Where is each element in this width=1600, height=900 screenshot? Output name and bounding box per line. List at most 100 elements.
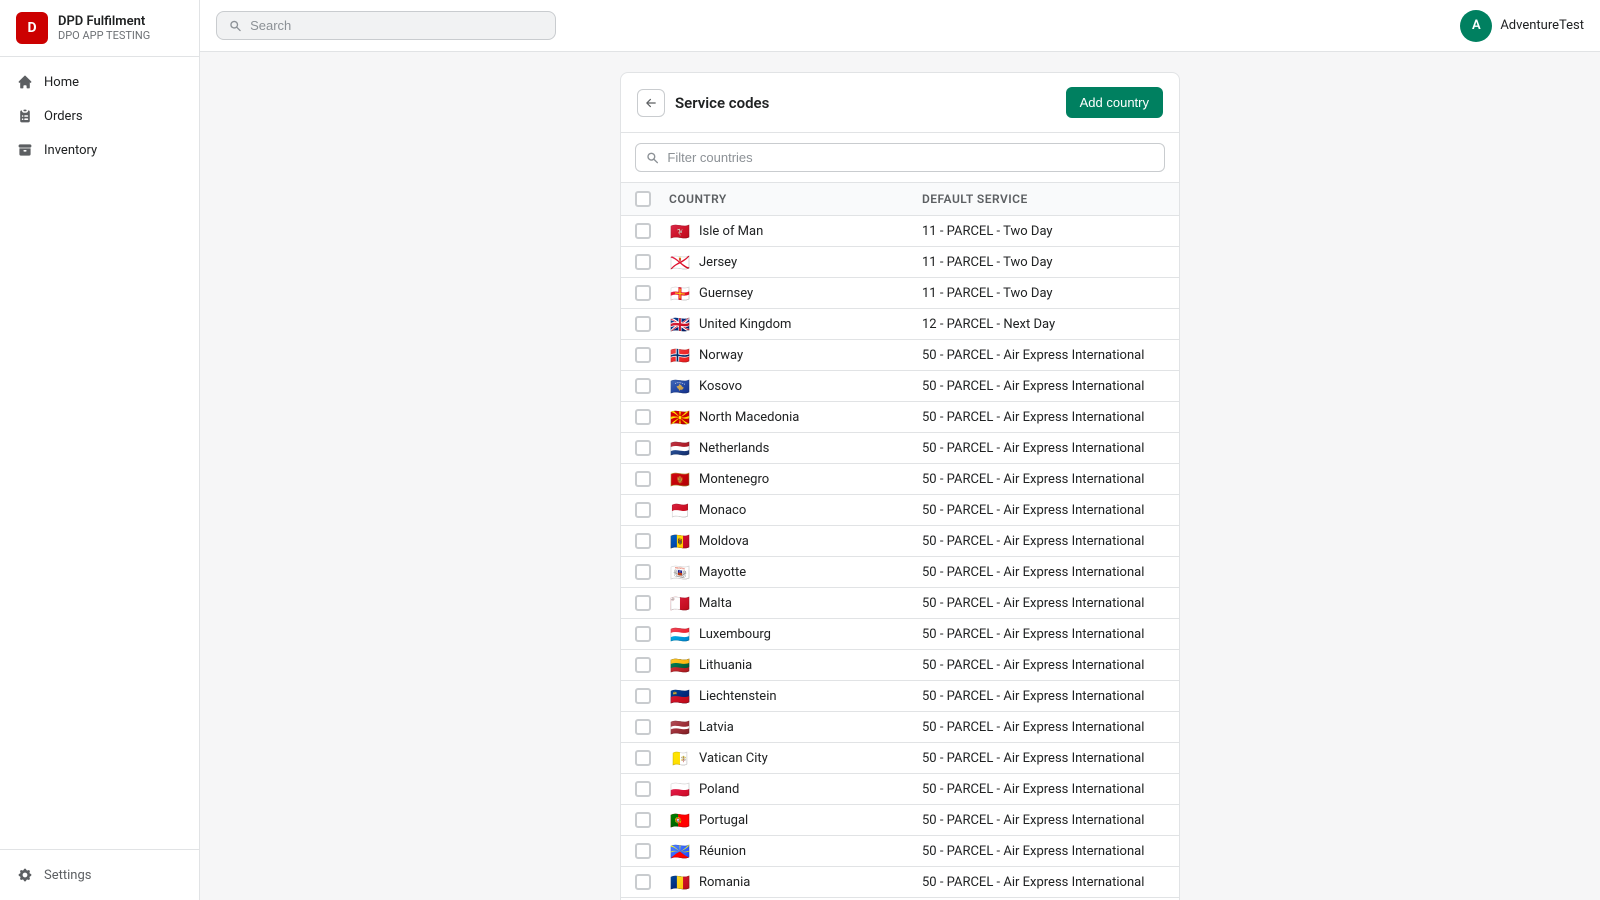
row-checkbox[interactable] xyxy=(635,347,651,363)
orders-icon xyxy=(16,107,34,125)
country-name: North Macedonia xyxy=(699,410,799,425)
row-checkbox[interactable] xyxy=(635,595,651,611)
table-row[interactable]: 🇵🇹 Portugal 50 - PARCEL - Air Express In… xyxy=(621,805,1179,836)
table-header: Country Default service xyxy=(621,183,1179,216)
table-row[interactable]: 🇵🇱 Poland 50 - PARCEL - Air Express Inte… xyxy=(621,774,1179,805)
country-name: Liechtenstein xyxy=(699,689,777,704)
row-checkbox[interactable] xyxy=(635,223,651,239)
add-country-button[interactable]: Add country xyxy=(1066,87,1163,118)
row-country: 🇳🇱 Netherlands xyxy=(669,440,912,456)
table-row[interactable]: 🇾🇹 Mayotte 50 - PARCEL - Air Express Int… xyxy=(621,557,1179,588)
row-checkbox[interactable] xyxy=(635,285,651,301)
row-checkbox[interactable] xyxy=(635,502,651,518)
table-row[interactable]: 🇲🇰 North Macedonia 50 - PARCEL - Air Exp… xyxy=(621,402,1179,433)
row-country: 🇱🇹 Lithuania xyxy=(669,657,912,673)
brand-icon: D xyxy=(16,12,48,44)
country-name: Luxembourg xyxy=(699,627,771,642)
filter-input-wrap[interactable] xyxy=(635,143,1165,172)
row-service: 50 - PARCEL - Air Express International xyxy=(922,813,1165,828)
flag-icon: 🇲🇨 xyxy=(669,502,691,518)
row-checkbox[interactable] xyxy=(635,378,651,394)
sidebar-brand: D DPD Fulfilment DPO APP TESTING xyxy=(0,0,199,57)
search-input[interactable] xyxy=(250,18,543,33)
filter-search-icon xyxy=(646,151,659,165)
sidebar-item-inventory[interactable]: Inventory xyxy=(0,133,199,167)
flag-icon: 🇻🇦 xyxy=(669,750,691,766)
select-all-checkbox[interactable] xyxy=(635,191,651,207)
search-bar[interactable] xyxy=(216,11,556,40)
filter-bar xyxy=(621,133,1179,183)
country-name: Montenegro xyxy=(699,472,769,487)
row-checkbox[interactable] xyxy=(635,316,651,332)
country-name: Guernsey xyxy=(699,286,753,301)
flag-icon: 🇵🇹 xyxy=(669,812,691,828)
row-checkbox[interactable] xyxy=(635,564,651,580)
flag-icon: 🇱🇻 xyxy=(669,719,691,735)
user-area: A AdventureTest xyxy=(1460,10,1584,42)
table-row[interactable]: 🇱🇮 Liechtenstein 50 - PARCEL - Air Expre… xyxy=(621,681,1179,712)
table-row[interactable]: 🇱🇹 Lithuania 50 - PARCEL - Air Express I… xyxy=(621,650,1179,681)
row-checkbox[interactable] xyxy=(635,688,651,704)
table-row[interactable]: 🇱🇻 Latvia 50 - PARCEL - Air Express Inte… xyxy=(621,712,1179,743)
table-row[interactable]: 🇲🇩 Moldova 50 - PARCEL - Air Express Int… xyxy=(621,526,1179,557)
row-country: 🇻🇦 Vatican City xyxy=(669,750,912,766)
row-service: 11 - PARCEL - Two Day xyxy=(922,255,1165,270)
filter-input[interactable] xyxy=(667,150,1154,165)
back-button[interactable] xyxy=(637,89,665,117)
table-row[interactable]: 🇳🇱 Netherlands 50 - PARCEL - Air Express… xyxy=(621,433,1179,464)
sidebar-item-settings[interactable]: Settings xyxy=(0,858,199,892)
row-country: 🇾🇹 Mayotte xyxy=(669,564,912,580)
row-country: 🇵🇱 Poland xyxy=(669,781,912,797)
search-icon xyxy=(229,19,242,33)
row-checkbox[interactable] xyxy=(635,657,651,673)
table-row[interactable]: 🇬🇧 United Kingdom 12 - PARCEL - Next Day xyxy=(621,309,1179,340)
row-checkbox[interactable] xyxy=(635,626,651,642)
row-checkbox[interactable] xyxy=(635,750,651,766)
row-country: 🇱🇺 Luxembourg xyxy=(669,626,912,642)
flag-icon: 🇱🇹 xyxy=(669,657,691,673)
row-checkbox[interactable] xyxy=(635,471,651,487)
row-checkbox[interactable] xyxy=(635,812,651,828)
table-row[interactable]: 🇷🇪 Réunion 50 - PARCEL - Air Express Int… xyxy=(621,836,1179,867)
row-country: 🇱🇻 Latvia xyxy=(669,719,912,735)
table-row[interactable]: 🇲🇨 Monaco 50 - PARCEL - Air Express Inte… xyxy=(621,495,1179,526)
table-row[interactable]: 🇮🇲 Isle of Man 11 - PARCEL - Two Day xyxy=(621,216,1179,247)
flag-icon: 🇳🇱 xyxy=(669,440,691,456)
table-row[interactable]: 🇯🇪 Jersey 11 - PARCEL - Two Day xyxy=(621,247,1179,278)
sidebar-item-home[interactable]: Home xyxy=(0,65,199,99)
row-checkbox[interactable] xyxy=(635,440,651,456)
row-service: 11 - PARCEL - Two Day xyxy=(922,286,1165,301)
home-icon xyxy=(16,73,34,91)
brand-text: DPD Fulfilment DPO APP TESTING xyxy=(58,14,150,42)
table-row[interactable]: 🇳🇴 Norway 50 - PARCEL - Air Express Inte… xyxy=(621,340,1179,371)
table-row[interactable]: 🇽🇰 Kosovo 50 - PARCEL - Air Express Inte… xyxy=(621,371,1179,402)
sidebar-item-orders[interactable]: Orders xyxy=(0,99,199,133)
flag-icon: 🇲🇹 xyxy=(669,595,691,611)
row-service: 50 - PARCEL - Air Express International xyxy=(922,689,1165,704)
column-header-service: Default service xyxy=(922,192,1165,206)
content-area: Service codes Add country Country Defaul… xyxy=(200,52,1600,900)
row-checkbox[interactable] xyxy=(635,533,651,549)
row-checkbox[interactable] xyxy=(635,719,651,735)
table-row[interactable]: 🇱🇺 Luxembourg 50 - PARCEL - Air Express … xyxy=(621,619,1179,650)
row-service: 50 - PARCEL - Air Express International xyxy=(922,658,1165,673)
row-checkbox[interactable] xyxy=(635,843,651,859)
row-checkbox[interactable] xyxy=(635,874,651,890)
row-country: 🇬🇧 United Kingdom xyxy=(669,316,912,332)
topbar: A AdventureTest xyxy=(200,0,1600,52)
row-service: 50 - PARCEL - Air Express International xyxy=(922,751,1165,766)
row-checkbox[interactable] xyxy=(635,409,651,425)
settings-icon xyxy=(16,866,34,884)
row-checkbox[interactable] xyxy=(635,254,651,270)
row-country: 🇲🇩 Moldova xyxy=(669,533,912,549)
table-row[interactable]: 🇬🇬 Guernsey 11 - PARCEL - Two Day xyxy=(621,278,1179,309)
page-card: Service codes Add country Country Defaul… xyxy=(620,72,1180,900)
row-service: 50 - PARCEL - Air Express International xyxy=(922,720,1165,735)
table-row[interactable]: 🇷🇴 Romania 50 - PARCEL - Air Express Int… xyxy=(621,867,1179,898)
table-row[interactable]: 🇲🇪 Montenegro 50 - PARCEL - Air Express … xyxy=(621,464,1179,495)
sidebar-label-inventory: Inventory xyxy=(44,143,97,158)
table-row[interactable]: 🇲🇹 Malta 50 - PARCEL - Air Express Inter… xyxy=(621,588,1179,619)
row-checkbox[interactable] xyxy=(635,781,651,797)
row-service: 50 - PARCEL - Air Express International xyxy=(922,441,1165,456)
table-row[interactable]: 🇻🇦 Vatican City 50 - PARCEL - Air Expres… xyxy=(621,743,1179,774)
